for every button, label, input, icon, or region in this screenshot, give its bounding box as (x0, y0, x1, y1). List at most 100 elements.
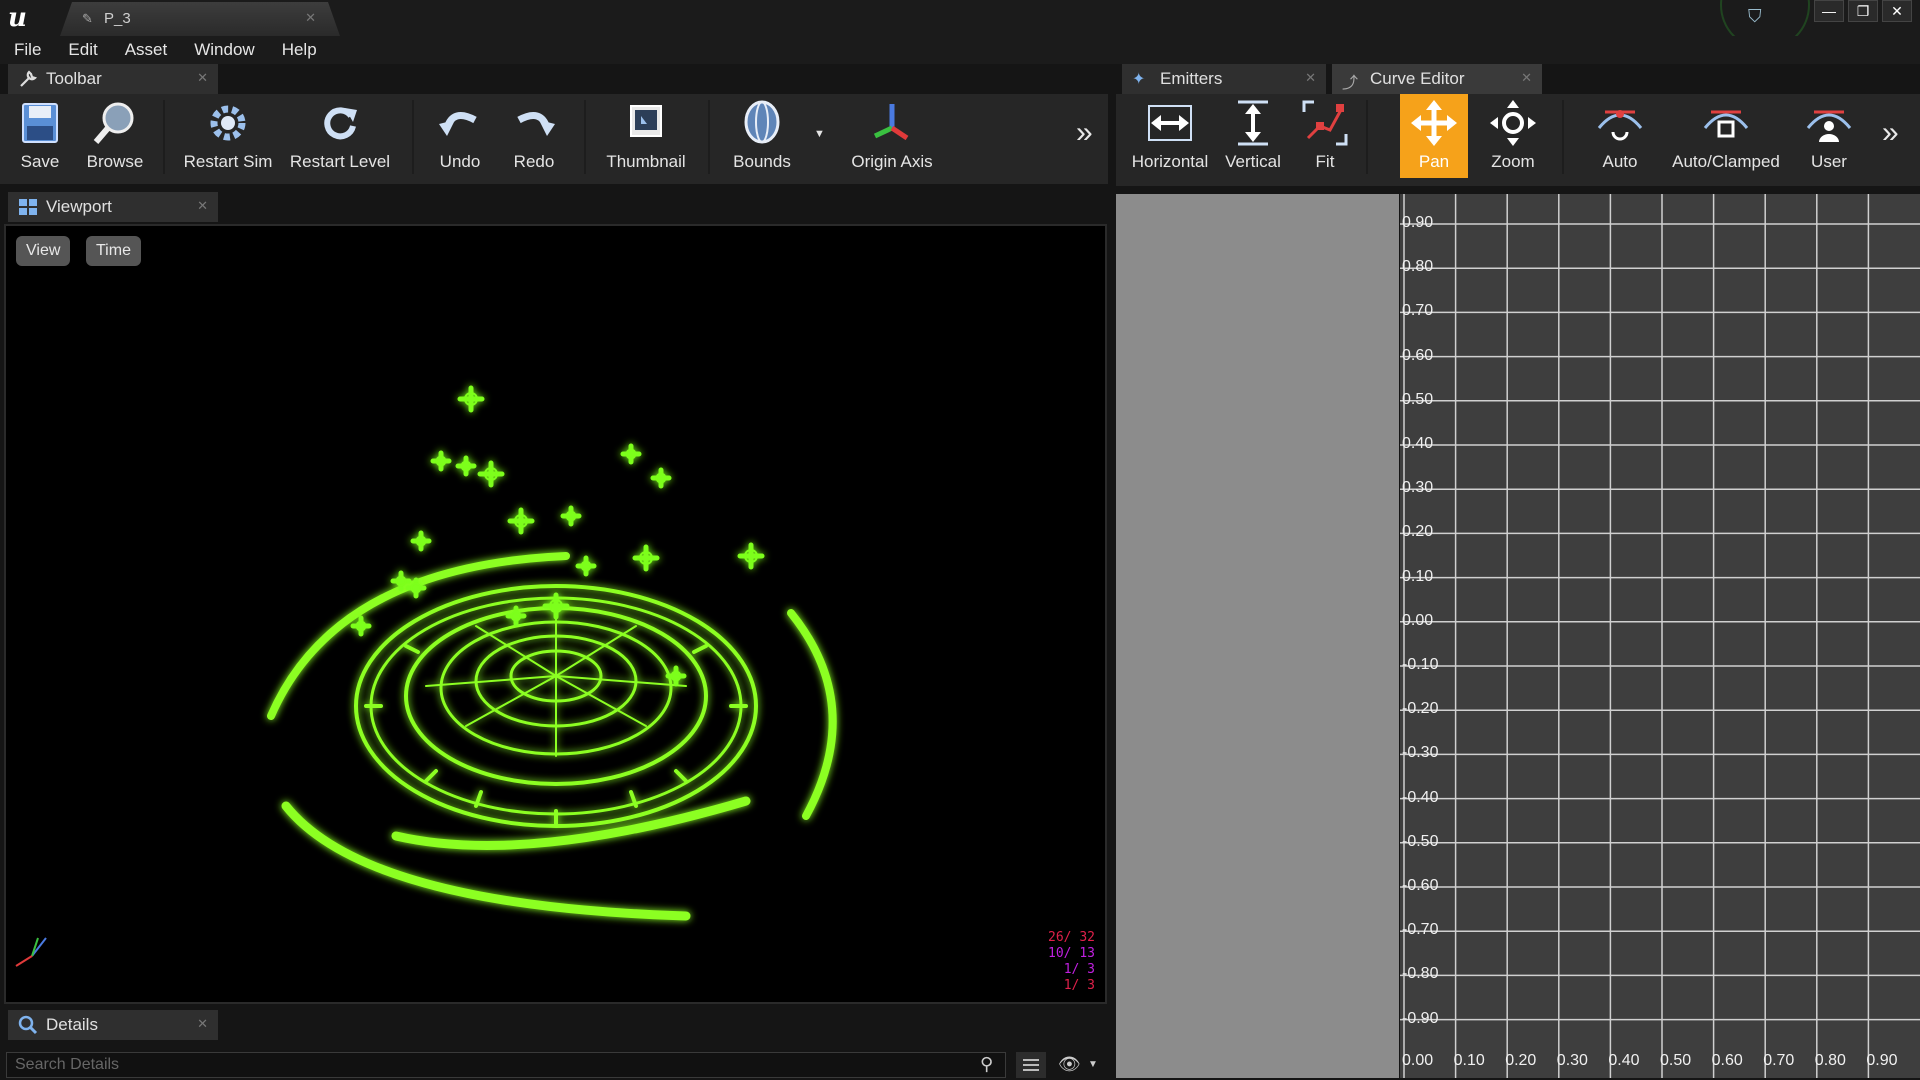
y-axis-label: 0.40 (1402, 435, 1434, 452)
undo-label: Undo (439, 152, 481, 171)
close-icon[interactable]: ✕ (1521, 70, 1532, 86)
tab-emitters[interactable]: ✦ Emitters ✕ (1122, 64, 1326, 94)
main-toolbar: Save Browse Restart Sim Restart Level Un… (0, 94, 1108, 184)
title-bar: u ✎ P_3 ✕ ⛉ — ❐ ✕ (0, 0, 1920, 50)
restart-sim-button[interactable]: Restart Sim (178, 94, 278, 178)
toolbar-divider (1366, 100, 1368, 174)
unreal-logo-icon: u (8, 3, 27, 33)
menu-asset[interactable]: Asset (125, 40, 168, 60)
pan-icon (1411, 100, 1457, 146)
y-axis-label: -0.30 (1402, 744, 1439, 762)
x-axis-label: 0.30 (1556, 1052, 1588, 1069)
chevron-down-icon: ▼ (814, 128, 825, 140)
bounds-icon (744, 100, 780, 144)
toolbar-overflow-icon[interactable]: » (1882, 116, 1899, 150)
auto-tangent-button[interactable]: Auto (1582, 94, 1658, 178)
tab-toolbar-label: Toolbar (46, 69, 102, 88)
search-icon[interactable]: ⚲ (980, 1054, 993, 1075)
y-axis-label: 0.80 (1402, 258, 1434, 276)
y-axis-label: 0.70 (1402, 302, 1434, 320)
sparkle-particle (410, 530, 432, 552)
x-axis-label: 0.60 (1711, 1052, 1743, 1069)
y-axis-label: -0.80 (1402, 965, 1439, 983)
close-window-button[interactable]: ✕ (1882, 0, 1912, 22)
tab-curve-editor[interactable]: ⤴ Curve Editor ✕ (1332, 64, 1542, 94)
outer-arc (281, 801, 691, 921)
menu-file[interactable]: File (14, 40, 41, 60)
y-axis-label: -0.60 (1402, 877, 1439, 894)
zoom-button[interactable]: Zoom (1476, 94, 1550, 178)
toolbar-divider (708, 100, 710, 174)
y-axis-label: 0.90 (1402, 214, 1434, 231)
menu-help[interactable]: Help (282, 40, 317, 60)
sparkle-particle (477, 460, 505, 488)
sparkle-particle (430, 450, 452, 472)
menu-window[interactable]: Window (194, 40, 254, 60)
y-axis-label: 0.60 (1402, 346, 1434, 364)
auto-clamped-label: Auto/Clamped (1672, 152, 1780, 171)
curve-graph[interactable]: 0.90 0.80 0.70 0.60 0.50 0.40 0.30 0.20 0.10 0.00… (1400, 194, 1920, 1078)
save-button[interactable]: Save (6, 94, 74, 178)
user-label: User (1811, 152, 1847, 171)
visibility-dropdown[interactable]: 👁 ▼ (1056, 1052, 1102, 1078)
curve-grid (1400, 194, 1920, 1078)
notification-icon[interactable]: ⛉ (1748, 6, 1774, 28)
toolbar-divider (412, 100, 414, 174)
fit-vertical-button[interactable]: Vertical (1218, 94, 1288, 178)
toolbar-overflow-icon[interactable]: » (1076, 116, 1093, 150)
toolbar-divider (584, 100, 586, 174)
user-tangent-button[interactable]: User (1796, 94, 1862, 178)
pan-label: Pan (1418, 152, 1450, 171)
restart-level-button[interactable]: Restart Level (282, 94, 398, 178)
y-axis-label: 0.50 (1402, 390, 1434, 408)
close-icon[interactable]: ✕ (305, 10, 316, 26)
tab-toolbar[interactable]: Toolbar ✕ (8, 64, 218, 94)
maximize-button[interactable]: ❐ (1848, 0, 1878, 22)
close-icon[interactable]: ✕ (197, 70, 208, 86)
browse-button[interactable]: Browse (80, 94, 150, 178)
tab-details[interactable]: Details ✕ (8, 1010, 218, 1040)
particle-viewport[interactable]: View Time 26/ 32 10/ 13 1/ 3 1/ 3 (4, 224, 1107, 1004)
fit-label: Fit (1315, 152, 1335, 171)
horizontal-label: Horizontal (1131, 152, 1209, 171)
close-icon[interactable]: ✕ (197, 1016, 208, 1032)
details-icon (18, 1015, 38, 1035)
details-search-input[interactable]: Search Details (6, 1052, 1006, 1078)
close-icon[interactable]: ✕ (1305, 70, 1316, 86)
chevron-down-icon: ▼ (1088, 1059, 1098, 1070)
tab-viewport[interactable]: Viewport ✕ (8, 192, 218, 222)
stat-line: 26/ 32 (1048, 930, 1095, 945)
minimize-button[interactable]: — (1814, 0, 1844, 22)
save-icon (22, 103, 58, 143)
particle-system-icon: ✎ (82, 11, 93, 26)
fit-button[interactable]: Fit (1294, 94, 1356, 178)
sparkle-particle (620, 443, 642, 465)
bounds-button[interactable]: Bounds (722, 94, 802, 178)
document-tab[interactable]: ✎ P_3 ✕ (60, 2, 340, 36)
emitter-icon: ✦ (1132, 71, 1146, 88)
close-icon[interactable]: ✕ (197, 198, 208, 214)
fit-horizontal-icon (1148, 105, 1192, 141)
y-axis-label: -0.40 (1402, 788, 1439, 806)
auto-clamped-tangent-button[interactable]: Auto/Clamped (1664, 94, 1788, 178)
pan-button[interactable]: Pan (1400, 94, 1468, 178)
stat-line: 1/ 3 (1063, 978, 1095, 993)
redo-button[interactable]: Redo (500, 94, 568, 178)
browse-label: Browse (86, 152, 144, 171)
sparkle-particle (457, 385, 485, 413)
curve-track-list[interactable] (1116, 194, 1399, 1078)
window-controls: — ❐ ✕ (1814, 0, 1912, 22)
curve-editor-toolbar: Horizontal Vertical Fit Pan Zoom Auto Au… (1116, 94, 1920, 186)
origin-axis-button[interactable]: Origin Axis (838, 94, 946, 178)
menu-edit[interactable]: Edit (68, 40, 97, 60)
document-tab-label: P_3 (104, 10, 131, 27)
restart-sim-icon (210, 105, 246, 141)
view-options-button[interactable] (1016, 1052, 1046, 1078)
bounds-label: Bounds (733, 152, 791, 171)
fit-horizontal-button[interactable]: Horizontal (1128, 94, 1212, 178)
bounds-dropdown[interactable]: ▼ (808, 94, 832, 178)
thumbnail-button[interactable]: Thumbnail (598, 94, 694, 178)
undo-button[interactable]: Undo (426, 94, 494, 178)
restart-level-icon (324, 107, 357, 140)
x-axis-label: 0.20 (1505, 1052, 1537, 1069)
